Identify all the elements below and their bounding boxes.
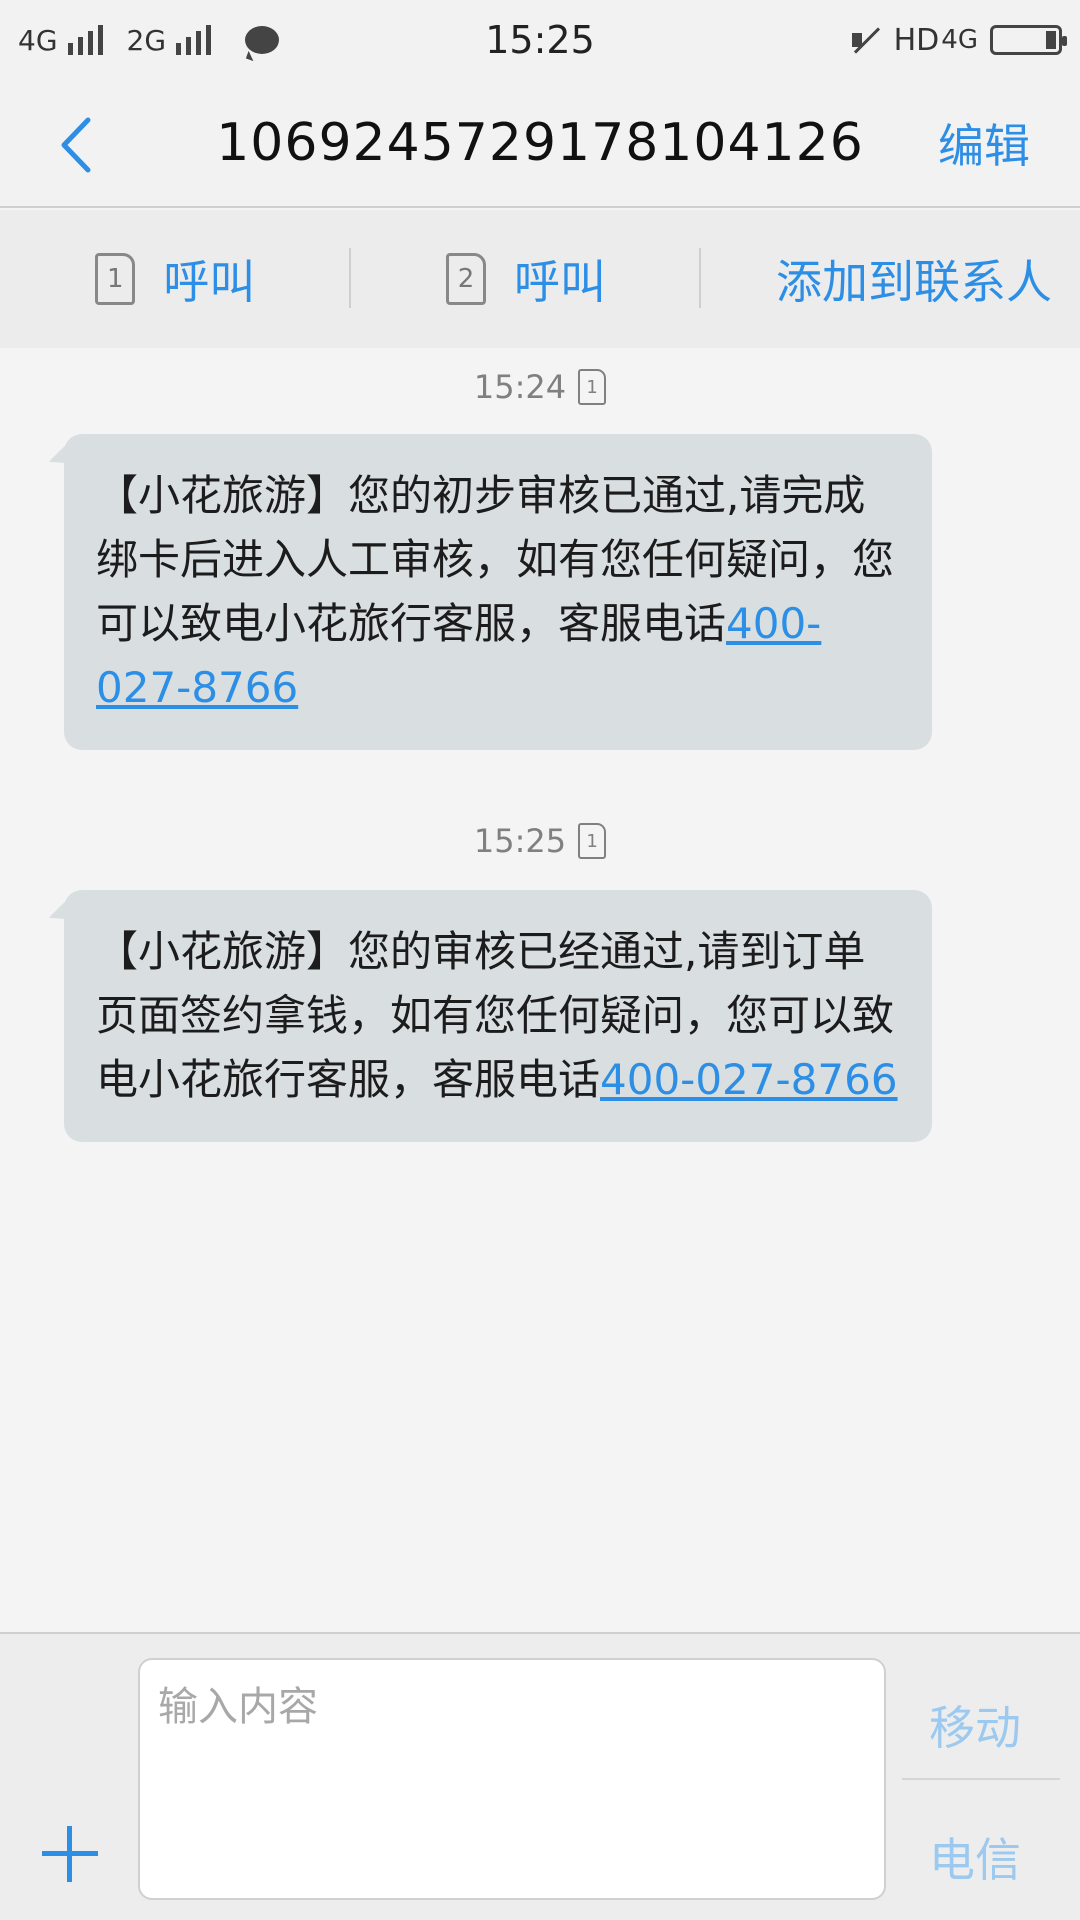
status-bar: 4G 2G 15:25 HD 4G bbox=[0, 0, 1080, 80]
message-bubble[interactable]: 【小花旅游】您的初步审核已通过,请完成绑卡后进入人工审核，如有您任何疑问，您可以… bbox=[64, 434, 932, 750]
phone-number-link[interactable]: 400-027-8766 bbox=[600, 1055, 898, 1104]
add-contact-label: 添加到联系人 bbox=[776, 255, 1053, 309]
message-timestamp: 15:25 1 bbox=[0, 822, 1080, 860]
send-sim1-button[interactable]: 移动 bbox=[910, 1692, 1040, 1758]
timestamp-text: 15:25 bbox=[473, 822, 567, 860]
message-bubble[interactable]: 【小花旅游】您的审核已经通过,请到订单页面签约拿钱，如有您任何疑问，您可以致电小… bbox=[64, 890, 932, 1142]
battery-icon bbox=[990, 25, 1067, 55]
call-label: 呼叫 bbox=[163, 255, 256, 309]
conversation-title: 1069245729178104126 bbox=[216, 113, 864, 173]
sim-indicator-icon: 1 bbox=[578, 823, 607, 859]
notification-message-icon bbox=[245, 26, 280, 54]
compose-bar: 输入内容 移动 电信 bbox=[0, 1632, 1080, 1920]
sim2-icon: 2 bbox=[446, 253, 486, 305]
call-sim1-button[interactable]: 1 呼叫 bbox=[0, 210, 351, 348]
signal-strength-icon bbox=[67, 25, 103, 55]
add-attachment-icon[interactable] bbox=[40, 1824, 100, 1884]
network-type-2: 2G bbox=[126, 23, 167, 57]
hd-indicator: HD bbox=[893, 22, 940, 58]
timestamp-text: 15:24 bbox=[473, 368, 567, 406]
signal-strength-icon-2 bbox=[176, 25, 212, 55]
message-timestamp: 15:24 1 bbox=[0, 368, 1080, 406]
edit-button[interactable]: 编辑 bbox=[938, 110, 1030, 176]
action-row: 1 呼叫 2 呼叫 添加到联系人 bbox=[0, 210, 1080, 348]
call-label: 呼叫 bbox=[514, 255, 606, 309]
add-to-contacts-button[interactable]: 添加到联系人 bbox=[701, 210, 1080, 348]
sim1-icon: 1 bbox=[95, 253, 136, 305]
message-input[interactable]: 输入内容 bbox=[138, 1658, 886, 1900]
send-sim2-button[interactable]: 电信 bbox=[910, 1824, 1040, 1890]
network-type-3: 4G bbox=[941, 25, 978, 55]
mute-icon bbox=[848, 25, 882, 55]
status-left: 4G 2G bbox=[18, 23, 280, 57]
status-right: HD 4G bbox=[848, 22, 1067, 58]
sim-indicator-icon: 1 bbox=[578, 369, 607, 405]
network-type-1: 4G bbox=[18, 23, 58, 57]
conversation-header: 1069245729178104126 编辑 bbox=[0, 80, 1080, 208]
send-divider bbox=[902, 1778, 1060, 1780]
call-sim2-button[interactable]: 2 呼叫 bbox=[351, 210, 702, 348]
